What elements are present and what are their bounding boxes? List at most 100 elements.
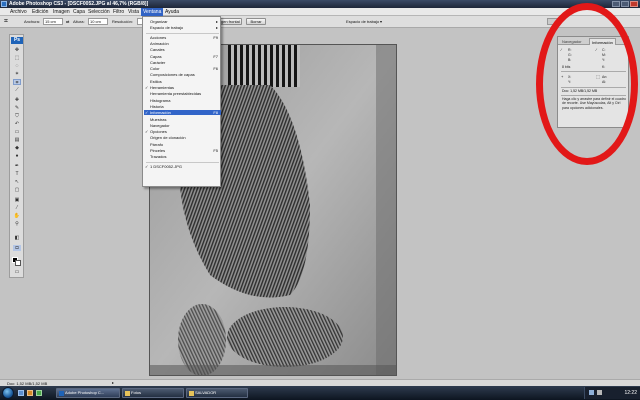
menu-item-label: Composiciones de capas	[150, 72, 195, 78]
background-color-swatch[interactable]	[15, 260, 21, 266]
menu-item-1-dscf0052-jpg[interactable]: ✓ 1 DSCF0052.JPG	[144, 164, 221, 169]
menu-item-estilos[interactable]: Estilos	[144, 79, 221, 84]
notes-tool-icon[interactable]: ▣	[13, 197, 21, 203]
menu-seleccion[interactable]: Selección	[88, 9, 110, 15]
quick-mask-icon[interactable]: ◘	[13, 245, 21, 251]
submenu-arrow-icon: ▸	[215, 25, 218, 31]
menu-item-label: Herramienta preestablecidas	[150, 91, 202, 97]
menu-item-origen-de-clonaci-n[interactable]: Origen de clonación	[144, 135, 221, 140]
clock[interactable]: 12:22	[624, 390, 637, 396]
menu-item-label: Información	[150, 110, 171, 116]
clone-stamp-icon[interactable]: ⛉	[13, 113, 21, 119]
altura-field[interactable]: 10 cm	[88, 18, 108, 25]
eyedropper-icon[interactable]: ⁄	[13, 205, 21, 211]
healing-brush-icon[interactable]: ✚	[13, 97, 21, 103]
menu-archivo[interactable]: Archivo	[10, 9, 27, 15]
eraser-icon[interactable]: ▭	[13, 129, 21, 135]
checkmark-icon: ✓	[145, 163, 149, 169]
move-tool-icon[interactable]: ✥	[13, 47, 21, 53]
network-icon[interactable]	[589, 390, 594, 395]
window-controls	[612, 1, 638, 7]
menu-item-color[interactable]: Color F6	[144, 66, 221, 71]
menu-item-car-cter[interactable]: Carácter	[144, 60, 221, 65]
zoom-tool-icon[interactable]: ⚲	[13, 221, 21, 227]
menu-item-label: Carácter	[150, 59, 166, 65]
shape-tool-icon[interactable]: ▢	[13, 187, 21, 193]
menu-capa[interactable]: Capa	[73, 9, 85, 15]
menu-item-animaci-n[interactable]: Animación	[144, 41, 221, 46]
menu-imagen[interactable]: Imagen	[53, 9, 70, 15]
menu-item-informaci-n[interactable]: ✓ Información F8	[144, 110, 221, 116]
brush-tool-icon[interactable]: ✎	[13, 105, 21, 111]
menu-item-herramienta-preestablecidas[interactable]: Herramienta preestablecidas	[144, 91, 221, 96]
menu-item-composiciones-de-capas[interactable]: Composiciones de capas	[144, 72, 221, 77]
menu-item-label: Opciones	[150, 129, 167, 135]
quick-launch-icon[interactable]	[18, 390, 24, 396]
screen-mode-icon[interactable]: ▭	[13, 269, 21, 275]
marquee-tool-icon[interactable]: ⬚	[13, 55, 21, 61]
menu-vista[interactable]: Vista	[128, 9, 139, 15]
menu-item-label: Herramientas	[150, 85, 175, 90]
menu-item-acciones[interactable]: Acciones F9	[144, 35, 221, 40]
chevron-down-icon[interactable]: ▾	[380, 19, 382, 24]
path-selection-icon[interactable]: ↖	[13, 179, 21, 185]
crop-tool-selected-icon[interactable]: ⌗	[13, 79, 21, 86]
photoshop-app-icon	[1, 1, 7, 7]
menu-item-p-rrafo[interactable]: Párrafo	[144, 142, 221, 147]
minimize-button[interactable]	[612, 1, 620, 7]
menu-item-espacio-de-trabajo[interactable]: Espacio de trabajo ▸	[144, 25, 221, 30]
menu-item-label: Origen de clonación	[150, 135, 186, 141]
menu-item-herramientas[interactable]: ✓ Herramientas	[144, 85, 221, 90]
menu-item-opciones[interactable]: ✓ Opciones	[144, 129, 221, 134]
menu-item-pinceles[interactable]: Pinceles F5	[144, 148, 221, 153]
borrar-button[interactable]: Borrar	[246, 18, 266, 25]
volume-icon[interactable]	[597, 390, 602, 395]
folder-icon	[189, 391, 194, 396]
photoshop-icon	[59, 391, 64, 396]
type-tool-icon[interactable]: T	[13, 171, 21, 177]
quick-launch-icon-2[interactable]	[27, 390, 33, 396]
blur-tool-icon[interactable]: ◆	[13, 145, 21, 151]
swap-icon[interactable]: ⇄	[66, 19, 69, 24]
menu-separator	[146, 161, 219, 163]
scroll-right-icon[interactable]: ▸	[112, 380, 114, 385]
menu-ayuda[interactable]: Ayuda	[165, 9, 179, 15]
photoshop-logo[interactable]: Ps	[11, 37, 23, 44]
menu-ventana[interactable]: Ventana	[141, 8, 164, 16]
menu-bar: Archivo Edición Imagen Capa Selección Fi…	[0, 8, 640, 16]
dodge-tool-icon[interactable]: ●	[13, 153, 21, 159]
start-button[interactable]	[2, 387, 14, 399]
hand-tool-icon[interactable]: ✋	[13, 213, 21, 219]
menu-item-label: Pinceles	[150, 148, 166, 153]
menu-item-canales[interactable]: Canales	[144, 47, 221, 52]
menu-item-muestras[interactable]: Muestras	[144, 117, 221, 122]
menu-edicion[interactable]: Edición	[32, 9, 48, 15]
magic-wand-icon[interactable]: ✶	[13, 71, 21, 77]
menu-item-label: Histograma	[150, 97, 171, 103]
taskbar-salvador-label: SALVADOR	[195, 390, 217, 395]
title-bar: Adobe Photoshop CS3 - [DSCF0052.JPG al 4…	[0, 0, 640, 8]
menu-item-historia[interactable]: Historia	[144, 104, 221, 109]
taskbar-fotos[interactable]: Fotos	[122, 388, 184, 398]
taskbar-photoshop[interactable]: Adobe Photoshop C...	[56, 388, 120, 398]
lasso-tool-icon[interactable]: ◌	[13, 63, 21, 69]
close-button[interactable]	[630, 1, 638, 7]
pen-tool-icon[interactable]: ✒	[13, 163, 21, 169]
menu-filtro[interactable]: Filtro	[113, 9, 124, 15]
menu-item-navegador[interactable]: Navegador	[144, 123, 221, 128]
menu-item-capas[interactable]: Capas F7	[144, 54, 221, 59]
menu-item-organizar[interactable]: Organizar ▸	[144, 19, 221, 24]
history-brush-icon[interactable]: ↶	[13, 121, 21, 127]
slice-tool-icon[interactable]: ⟋	[13, 87, 21, 93]
default-colors-icon[interactable]: ◧	[13, 235, 21, 241]
menu-item-label: 1 DSCF0052.JPG	[150, 163, 183, 169]
quick-launch-icon-3[interactable]	[36, 390, 42, 396]
gradient-tool-icon[interactable]: ▤	[13, 137, 21, 143]
crop-tool-icon[interactable]: ⌗	[4, 18, 8, 25]
maximize-button[interactable]	[621, 1, 629, 7]
workspace-label[interactable]: Espacio de trabajo	[346, 19, 379, 24]
menu-item-trazados[interactable]: Trazados	[144, 154, 221, 159]
taskbar-salvador[interactable]: SALVADOR	[186, 388, 248, 398]
menu-item-histograma[interactable]: Histograma	[144, 98, 221, 103]
anchura-field[interactable]: 15 cm	[43, 18, 63, 25]
